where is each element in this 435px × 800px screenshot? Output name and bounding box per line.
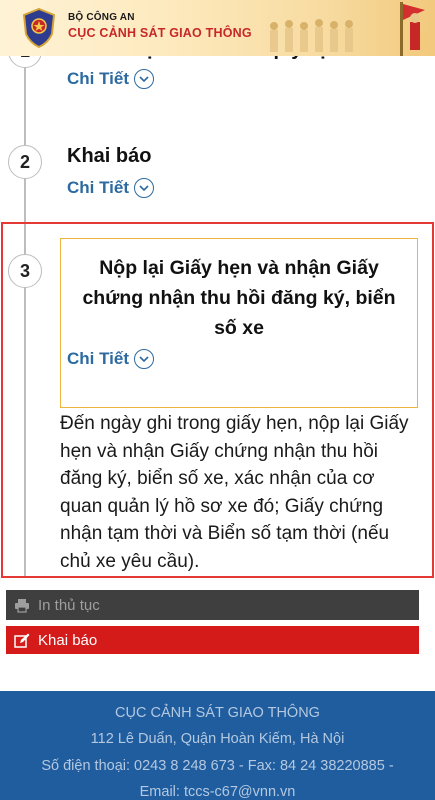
step-3-detail-link[interactable]: Chi Tiết <box>67 349 155 369</box>
site-footer: CỤC CẢNH SÁT GIAO THÔNG 112 Lê Duẩn, Quậ… <box>0 691 435 800</box>
footer-org-name: CỤC CẢNH SÁT GIAO THÔNG <box>115 705 320 721</box>
dept-name: CỤC CẢNH SÁT GIAO THÔNG <box>68 26 252 40</box>
print-label: In thủ tục <box>38 596 100 614</box>
edit-icon <box>14 633 30 648</box>
printer-icon <box>15 598 29 613</box>
step-number-3: 3 <box>8 254 42 288</box>
chevron-down-icon <box>134 69 155 89</box>
step-title-2: Khai báo <box>67 145 152 167</box>
step-title-3: Nộp lại Giấy hẹn và nhận Giấy chứng nhận… <box>82 257 396 339</box>
step-2-detail-link[interactable]: Chi Tiết <box>67 178 155 198</box>
org-name: BỘ CÔNG AN <box>68 12 135 23</box>
detail-label: Chi Tiết <box>67 349 130 368</box>
chevron-down-icon <box>134 178 155 198</box>
footer-address: 112 Lê Duẩn, Quận Hoàn Kiếm, Hà Nội <box>90 731 345 747</box>
declare-label: Khai báo <box>38 631 98 649</box>
parade-banner-image <box>270 2 432 56</box>
detail-label: Chi Tiết <box>67 178 130 197</box>
detail-label: Chi Tiết <box>67 69 130 88</box>
step-number-2: 2 <box>8 145 42 179</box>
declare-button[interactable]: Khai báo <box>6 626 419 654</box>
app-header: BỘ CÔNG AN CỤC CẢNH SÁT GIAO THÔNG <box>0 0 435 56</box>
step-3-card: Nộp lại Giấy hẹn và nhận Giấy chứng nhận… <box>60 238 418 408</box>
step-3-description: Đến ngày ghi trong giấy hẹn, nộp lại Giấ… <box>60 413 409 572</box>
print-procedure-button[interactable]: In thủ tục <box>6 590 419 620</box>
step-1-detail-link[interactable]: Chi Tiết <box>67 69 155 89</box>
chevron-down-icon <box>134 349 155 369</box>
footer-email[interactable]: Email: tccs-c67@vnn.vn <box>0 784 435 800</box>
police-emblem-icon <box>22 8 56 48</box>
footer-contact: Số điện thoại: 0243 8 248 673 - Fax: 84 … <box>41 758 394 774</box>
